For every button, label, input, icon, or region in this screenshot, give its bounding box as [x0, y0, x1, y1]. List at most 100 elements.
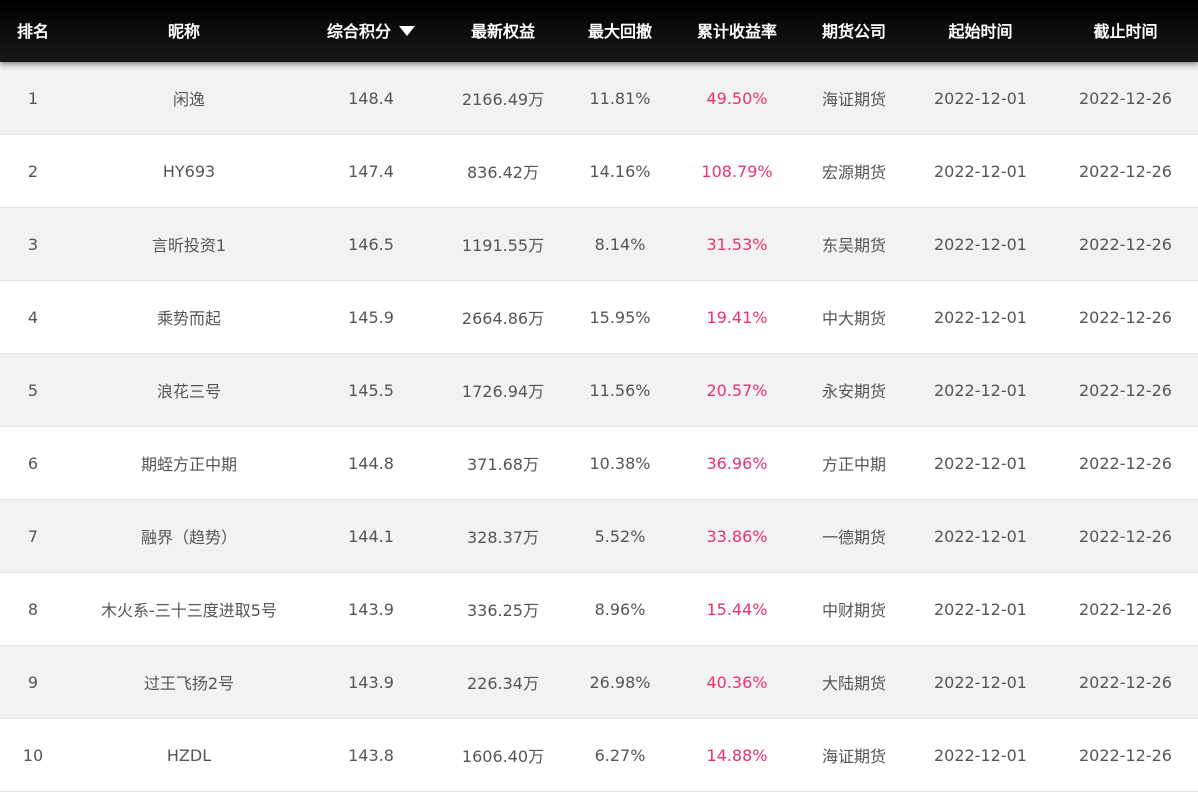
nickname-text: 言昕投资1 [151, 236, 227, 255]
equity-cell: 328.37万 [467, 528, 539, 547]
start-time-cell: 2022-12-01 [934, 599, 1027, 619]
firm-cell: 海证期货 [821, 90, 886, 109]
table-row[interactable]: 3 言昕投资1 146.5 1191.55万 8.14% 31.53% 东吴期货 2022-1… [0, 208, 1198, 281]
nickname-text: 融界（趋势） [140, 528, 237, 547]
score-cell: 144.8 [348, 453, 394, 473]
nickname-cell: 言昕投资1 [66, 208, 302, 280]
table-row[interactable]: 7 融界（趋势） 144.1 328.37万 5.52% 33.86% 一德期货 2022-1… [0, 500, 1198, 573]
firm-cell: 大陆期货 [821, 674, 886, 693]
max-drawdown-cell: 14.16% [589, 161, 651, 181]
header-equity: 最新权益 [470, 22, 535, 41]
firm-cell: 宏源期货 [821, 163, 886, 182]
cum-return-cell: 40.36% [706, 672, 768, 692]
score-cell: 143.8 [348, 745, 394, 765]
cum-return-cell: 20.57% [706, 380, 768, 400]
nickname-text: HY693 [162, 161, 216, 181]
cum-return-cell: 33.86% [706, 526, 768, 546]
table-row[interactable]: 4 乘势而起 145.9 2664.86万 15.95% 19.41% 中大期货 2022-1… [0, 281, 1198, 354]
nickname-text: 浪花三号 [156, 382, 221, 401]
start-time-cell: 2022-12-01 [934, 88, 1027, 108]
header-score-sortable[interactable]: 综合积分 [302, 0, 440, 62]
table-row[interactable]: 8 木火系-三十三度进取5号 143.9 336.25万 8.96% 15.44% 中财期货… [0, 573, 1198, 646]
cum-return-cell: 19.41% [706, 307, 768, 327]
start-time-cell: 2022-12-01 [934, 161, 1027, 181]
max-drawdown-cell: 8.14% [594, 234, 646, 254]
equity-cell: 1606.40万 [461, 747, 545, 766]
score-cell: 143.9 [348, 672, 394, 692]
rank-cell: 3 [27, 234, 39, 254]
firm-cell: 一德期货 [821, 528, 886, 547]
start-time-cell: 2022-12-01 [934, 672, 1027, 692]
table-row[interactable]: 5 浪花三号 145.5 1726.94万 11.56% 20.57% 永安期货 2022-1… [0, 354, 1198, 427]
table-row[interactable]: 1 闲逸 148.4 2166.49万 11.81% 49.50% 海证期货 2022-12-… [0, 62, 1198, 135]
rank-cell: 8 [27, 599, 39, 619]
equity-cell: 836.42万 [467, 163, 539, 182]
score-cell: 146.5 [348, 234, 394, 254]
equity-cell: 371.68万 [467, 455, 539, 474]
end-time-cell: 2022-12-26 [1079, 380, 1172, 400]
table-row[interactable]: 6 期蛭方正中期 144.8 371.68万 10.38% 36.96% 方正中期 2022-… [0, 427, 1198, 500]
header-cum-return: 累计收益率 [696, 22, 777, 41]
cum-return-cell: 15.44% [706, 599, 768, 619]
nickname-text: 闲逸 [172, 90, 205, 109]
start-time-cell: 2022-12-01 [934, 526, 1027, 546]
max-drawdown-cell: 26.98% [589, 672, 651, 692]
nickname-cell: 乘势而起 [66, 281, 302, 353]
nickname-cell: 过王飞扬2号 [66, 646, 302, 718]
rank-cell: 5 [27, 380, 39, 400]
end-time-cell: 2022-12-26 [1079, 88, 1172, 108]
max-drawdown-cell: 11.81% [589, 88, 651, 108]
nickname-text: 过王飞扬2号 [143, 674, 235, 693]
end-time-cell: 2022-12-26 [1079, 307, 1172, 327]
firm-cell: 中财期货 [821, 601, 886, 620]
score-cell: 144.1 [348, 526, 394, 546]
firm-cell: 东吴期货 [821, 236, 886, 255]
nickname-cell: HY693 [66, 135, 302, 207]
equity-cell: 2664.86万 [461, 309, 545, 328]
cum-return-cell: 108.79% [701, 161, 773, 181]
table-body: 1 闲逸 148.4 2166.49万 11.81% 49.50% 海证期货 2022-12-… [0, 62, 1198, 792]
score-cell: 148.4 [348, 88, 394, 108]
max-drawdown-cell: 6.27% [594, 745, 646, 765]
nickname-cell: 木火系-三十三度进取5号 [66, 573, 302, 645]
nickname-cell: 融界（趋势） [66, 500, 302, 572]
caret-down-icon[interactable] [399, 25, 415, 36]
score-cell: 145.9 [348, 307, 394, 327]
equity-cell: 2166.49万 [461, 90, 545, 109]
nickname-cell: 闲逸 [66, 62, 302, 134]
max-drawdown-cell: 11.56% [589, 380, 651, 400]
table-row[interactable]: 2 HY693 147.4 836.42万 14.16% 108.79% 宏源期货 2022-… [0, 135, 1198, 208]
header-start-time: 起始时间 [948, 22, 1013, 41]
cum-return-cell: 49.50% [706, 88, 768, 108]
rank-cell: 7 [27, 526, 39, 546]
firm-cell: 方正中期 [821, 455, 886, 474]
nickname-cell: 期蛭方正中期 [66, 427, 302, 499]
max-drawdown-cell: 15.95% [589, 307, 651, 327]
firm-cell: 永安期货 [821, 382, 886, 401]
header-rank: 排名 [16, 22, 49, 41]
end-time-cell: 2022-12-26 [1079, 672, 1172, 692]
nickname-text: 乘势而起 [156, 309, 221, 328]
end-time-cell: 2022-12-26 [1079, 161, 1172, 181]
header-max-drawdown: 最大回撤 [587, 22, 652, 41]
end-time-cell: 2022-12-26 [1079, 599, 1172, 619]
start-time-cell: 2022-12-01 [934, 307, 1027, 327]
start-time-cell: 2022-12-01 [934, 453, 1027, 473]
end-time-cell: 2022-12-26 [1079, 745, 1172, 765]
end-time-cell: 2022-12-26 [1079, 526, 1172, 546]
ranking-table: 排名 昵称 综合积分 最新权益 最大回撤 累计收益率 期货公司 起始时间 截止时… [0, 0, 1198, 792]
equity-cell: 336.25万 [467, 601, 539, 620]
rank-cell: 9 [27, 672, 39, 692]
rank-cell: 2 [27, 161, 39, 181]
header-nickname: 昵称 [167, 22, 200, 41]
nickname-text: HZDL [166, 745, 212, 765]
header-end-time: 截止时间 [1093, 22, 1158, 41]
table-row[interactable]: 10 HZDL 143.8 1606.40万 6.27% 14.88% 海证期货 2022-1… [0, 719, 1198, 792]
max-drawdown-cell: 10.38% [589, 453, 651, 473]
equity-cell: 226.34万 [467, 674, 539, 693]
table-row[interactable]: 9 过王飞扬2号 143.9 226.34万 26.98% 40.36% 大陆期货 2022-… [0, 646, 1198, 719]
firm-cell: 海证期货 [821, 747, 886, 766]
start-time-cell: 2022-12-01 [934, 380, 1027, 400]
end-time-cell: 2022-12-26 [1079, 234, 1172, 254]
firm-cell: 中大期货 [821, 309, 886, 328]
